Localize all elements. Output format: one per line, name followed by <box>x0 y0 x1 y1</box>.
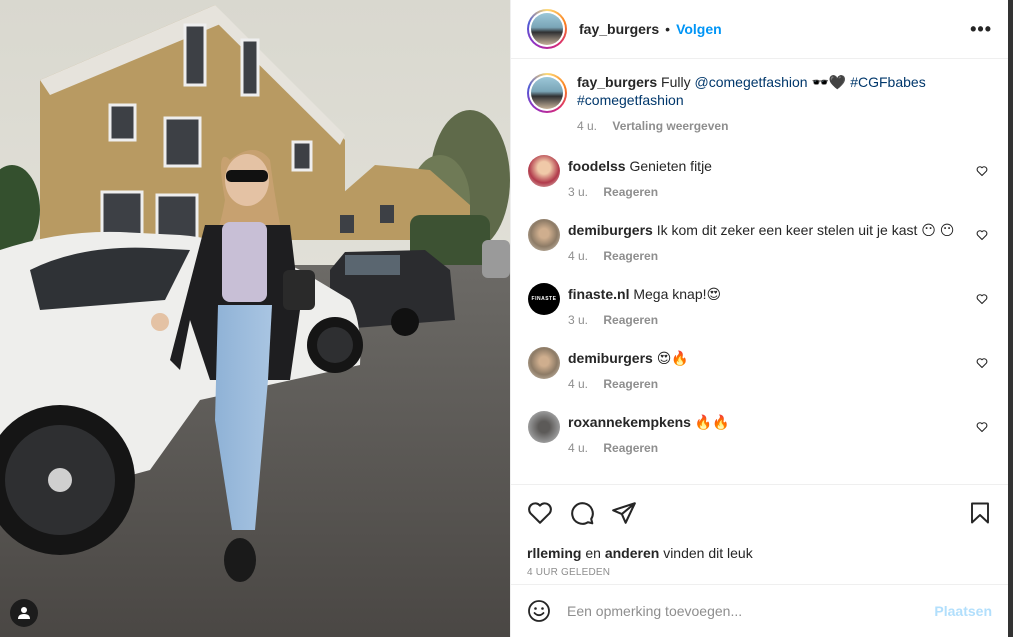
likes-others-link[interactable]: anderen <box>605 545 659 561</box>
comment-text: Mega knap!😍 <box>633 286 722 302</box>
comment-item: roxannekempkens 🔥🔥 4 u. Reageren <box>527 411 992 457</box>
translate-button[interactable]: Vertaling weergeven <box>612 119 728 133</box>
share-icon[interactable] <box>611 500 637 526</box>
comment-text: Ik kom dit zeker een keer stelen uit je … <box>656 222 955 238</box>
commenter-avatar[interactable]: FINASTE <box>528 283 560 315</box>
comment-username[interactable]: demiburgers <box>568 222 653 238</box>
caption-hashtag-comegetfashion[interactable]: #comegetfashion <box>577 92 684 108</box>
post-header: fay_burgers • Volgen ••• <box>511 0 1008 59</box>
bookmark-icon[interactable] <box>968 500 992 526</box>
user-tag-icon <box>18 607 30 619</box>
comment-time: 3 u. <box>568 313 589 327</box>
heart-icon[interactable] <box>527 500 553 526</box>
post-detail-panel: fay_burgers • Volgen ••• fay_burgers Ful… <box>510 0 1008 637</box>
window-edge <box>1008 0 1013 637</box>
comment-username[interactable]: roxannekempkens <box>568 414 691 430</box>
reply-button[interactable]: Reageren <box>603 377 658 391</box>
comment-text: 🔥🔥 <box>694 414 730 430</box>
post-comment-button[interactable]: Plaatsen <box>934 603 992 619</box>
comment-icon[interactable] <box>569 500 595 526</box>
reply-button[interactable]: Reageren <box>603 249 658 263</box>
commenter-avatar[interactable] <box>528 155 560 187</box>
comment-like-icon[interactable] <box>976 293 988 305</box>
post-image <box>0 0 510 637</box>
comment-username[interactable]: demiburgers <box>568 350 653 366</box>
comment-like-icon[interactable] <box>976 421 988 433</box>
likes-connector: en <box>585 545 601 561</box>
reply-button[interactable]: Reageren <box>603 441 658 455</box>
comment-text: 😍🔥 <box>656 350 689 366</box>
caption-mention[interactable]: @comegetfashion <box>695 74 808 90</box>
liker-username[interactable]: rlleming <box>527 545 581 561</box>
comment-time: 3 u. <box>568 185 589 199</box>
post-timestamp: 4 UUR GELEDEN <box>527 567 611 578</box>
comment-username[interactable]: finaste.nl <box>568 286 629 302</box>
more-icon[interactable]: ••• <box>970 20 992 38</box>
caption-text: Fully <box>661 74 691 90</box>
comment-time: 4 u. <box>568 249 589 263</box>
caption-time: 4 u. <box>577 119 598 133</box>
post-actions: rlleming en anderen vinden dit leuk 4 UU… <box>511 484 1008 578</box>
commenter-avatar[interactable] <box>528 347 560 379</box>
comment-like-icon[interactable] <box>976 357 988 369</box>
likes-summary: rlleming en anderen vinden dit leuk <box>527 545 992 561</box>
likes-suffix: vinden dit leuk <box>663 545 753 561</box>
comments-list[interactable]: fay_burgers Fully @comegetfashion 🕶️🖤 #C… <box>511 59 1008 484</box>
author-username[interactable]: fay_burgers <box>579 21 659 37</box>
comment-text: Genieten fitje <box>629 158 712 174</box>
comment-like-icon[interactable] <box>976 165 988 177</box>
comment-time: 4 u. <box>568 441 589 455</box>
follow-button[interactable]: Volgen <box>676 21 722 37</box>
comment-item: foodelss Genieten fitje 3 u. Reageren <box>527 155 992 201</box>
comment-time: 4 u. <box>568 377 589 391</box>
caption-avatar[interactable] <box>527 73 567 113</box>
user-tag-button[interactable] <box>10 599 38 627</box>
reply-button[interactable]: Reageren <box>603 185 658 199</box>
comment-item: FINASTE finaste.nl Mega knap!😍 3 u. Reag… <box>527 283 992 329</box>
commenter-avatar[interactable] <box>528 411 560 443</box>
comment-item: demiburgers Ik kom dit zeker een keer st… <box>527 219 992 265</box>
comment-item: demiburgers 😍🔥 4 u. Reageren <box>527 347 992 393</box>
commenter-avatar[interactable] <box>528 219 560 251</box>
comment-username[interactable]: foodelss <box>568 158 626 174</box>
caption-emoji: 🕶️🖤 <box>811 74 847 90</box>
add-comment-bar: Een opmerking toevoegen... Plaatsen <box>511 584 1008 637</box>
comment-like-icon[interactable] <box>976 229 988 241</box>
caption-username[interactable]: fay_burgers <box>577 74 657 90</box>
caption: fay_burgers Fully @comegetfashion 🕶️🖤 #C… <box>527 73 992 135</box>
separator-dot: • <box>665 21 671 37</box>
caption-hashtag-cgfbabes[interactable]: #CGFbabes <box>850 74 925 90</box>
author-avatar[interactable] <box>527 9 567 49</box>
comment-input[interactable]: Een opmerking toevoegen... <box>567 603 934 619</box>
emoji-icon[interactable] <box>527 599 551 623</box>
post-photo[interactable] <box>0 0 510 637</box>
reply-button[interactable]: Reageren <box>603 313 658 327</box>
